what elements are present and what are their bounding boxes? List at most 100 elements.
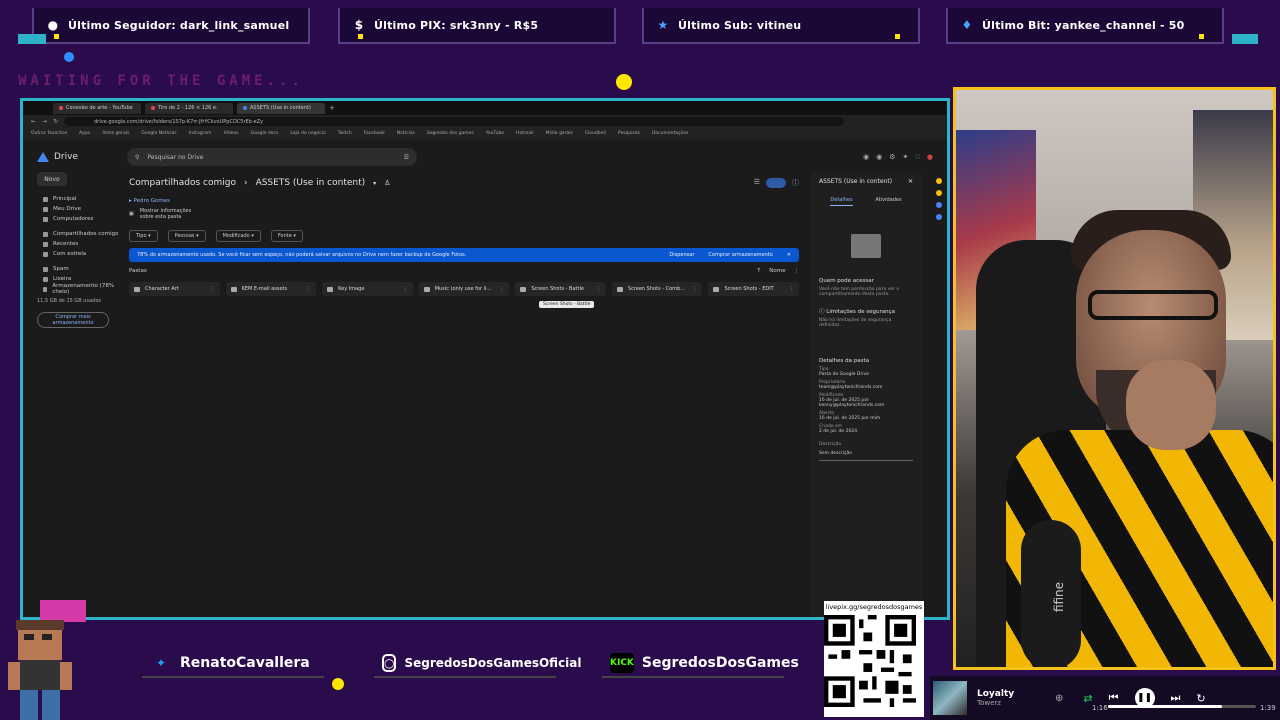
list-view-icon[interactable]: ☰ <box>754 178 760 188</box>
reload-icon[interactable]: ↻ <box>53 118 58 125</box>
sort-field[interactable]: Nome <box>769 268 785 274</box>
breadcrumb-current[interactable]: ASSETS (Use in content) <box>256 178 366 188</box>
sidebar-item-home[interactable]: Principal <box>37 194 123 204</box>
more-icon[interactable]: ⋮ <box>306 286 311 292</box>
bookmark-item[interactable]: Segredos dos games <box>427 131 474 136</box>
progress-bar[interactable] <box>1108 705 1256 708</box>
bookmark-item[interactable]: Documentações <box>652 131 688 136</box>
folder-item[interactable]: Character Art ⋮ <box>129 282 220 296</box>
bookmark-item[interactable]: Instagram <box>189 131 212 136</box>
drive-logo[interactable]: Drive <box>37 152 117 162</box>
sidebar-item-my-drive[interactable]: Meu Drive <box>37 204 123 214</box>
sort-arrow-icon[interactable]: ↑ <box>757 268 762 274</box>
sidebar-item-computers[interactable]: Computadores <box>37 214 123 224</box>
grid-view-toggle[interactable] <box>766 178 786 188</box>
bookmark-item[interactable]: Twitch <box>338 131 352 136</box>
elapsed-time: 1:16 <box>1092 704 1108 712</box>
breadcrumb-root[interactable]: Compartilhados comigo <box>129 178 236 188</box>
details-title: ASSETS (Use in content) <box>819 178 893 185</box>
banner-dismiss-button[interactable]: Dispensar <box>669 252 694 258</box>
forward-icon[interactable]: → <box>42 118 47 125</box>
folder-item[interactable]: Screen Shots - EDIT ⋮ <box>708 282 800 296</box>
browser-tab-active[interactable]: ASSETS (Use in content) <box>237 102 325 114</box>
apps-grid-icon[interactable]: ∷ <box>915 153 919 161</box>
folder-item[interactable]: Screen Shots - Comb... ⋮ <box>611 282 703 296</box>
status-icon[interactable]: ◉ <box>876 153 882 161</box>
calendar-icon[interactable] <box>936 178 942 184</box>
more-icon[interactable]: ⋮ <box>403 286 408 292</box>
close-icon[interactable]: ✕ <box>787 252 791 258</box>
folder-info-card[interactable]: ▣ Mostrar informações sobre esta pasta <box>129 208 799 220</box>
sidebar-item-storage[interactable]: Armazenamento (78% cheio) <box>37 283 123 295</box>
bookmark-item[interactable]: Mídia gerais <box>546 131 573 136</box>
repeat-icon[interactable]: ↻ <box>1196 692 1205 705</box>
tasks-icon[interactable] <box>936 202 942 208</box>
gemini-icon[interactable]: ✦ <box>903 153 909 161</box>
more-icon[interactable]: ⋮ <box>210 286 215 292</box>
bookmark-item[interactable]: Hotmail <box>516 131 534 136</box>
owner-value: team@playtonicfriends.com <box>819 385 883 390</box>
bookmark-item[interactable]: Vídeos <box>224 131 239 136</box>
sidebar-item-recent[interactable]: Recentes <box>37 239 123 249</box>
folder-item[interactable]: Key Image ⋮ <box>322 282 413 296</box>
bookmark-item[interactable]: Loja do negócio <box>290 131 325 136</box>
chevron-right-icon: › <box>243 178 248 188</box>
drive-search[interactable]: ⚲ Pesquisar no Drive ☰ <box>127 148 417 166</box>
folder-item[interactable]: Screen Shots - Battle ⋮ <box>515 282 606 296</box>
tab-activity[interactable]: Atividades <box>875 197 901 206</box>
filter-type[interactable]: Tipo ▾ <box>129 230 158 242</box>
bookmark-item[interactable]: Facebook <box>364 131 385 136</box>
buy-storage-button[interactable]: Comprar mais armazenamento <box>37 312 109 328</box>
settings-icon[interactable]: ⚙ <box>889 153 895 161</box>
search-input[interactable]: Pesquisar no Drive <box>147 154 203 161</box>
address-bar[interactable]: drive.google.com/drive/folders/1S7p-K7rr… <box>64 117 845 126</box>
folder-tooltip: Screen Shots - Battle <box>539 301 595 308</box>
tab-details[interactable]: Detalhes <box>830 197 853 206</box>
filter-source[interactable]: Fonte ▾ <box>270 230 303 242</box>
sidebar-item-shared[interactable]: Compartilhados comigo <box>37 229 123 239</box>
browser-tab-strip: Conexão de arte - YouTube Tiro de 2 - 12… <box>23 101 947 115</box>
filter-people[interactable]: Pessoas ▾ <box>167 230 206 242</box>
chevron-down-icon[interactable]: ▾ <box>373 180 376 187</box>
bookmark-item[interactable]: YouTube <box>486 131 504 136</box>
add-icon[interactable]: ⊕ <box>1055 693 1063 704</box>
sidebar-item-starred[interactable]: Com estrela <box>37 249 123 259</box>
avatar[interactable]: ● <box>927 153 933 161</box>
keep-icon[interactable] <box>936 190 942 196</box>
last-follower-alert: ● Último Seguidor: dark_link_samuel <box>32 8 310 44</box>
banner-buy-button[interactable]: Comprar armazenamento <box>708 252 772 258</box>
bookmark-item[interactable]: Google Notícias <box>141 131 176 136</box>
bookmark-item[interactable]: Artes gerais <box>102 131 129 136</box>
more-icon[interactable]: ⋮ <box>692 286 697 292</box>
more-icon[interactable]: ⋮ <box>789 286 794 292</box>
bookmark-item[interactable]: Pesquisas <box>618 131 640 136</box>
bookmark-item[interactable]: Google docs <box>251 131 279 136</box>
sidebar-item-spam[interactable]: Spam <box>37 264 123 274</box>
more-icon[interactable]: ⋮ <box>794 268 800 274</box>
banner-text: 78% do armazenamento usado. Se você fica… <box>137 252 467 258</box>
contacts-icon[interactable] <box>936 214 942 220</box>
new-button[interactable]: Novo <box>37 172 67 186</box>
description-input[interactable]: Sem descrição <box>819 451 913 461</box>
previous-icon[interactable]: ⏮ <box>1109 691 1119 705</box>
folder-item[interactable]: Music (only use for li... ⋮ <box>418 282 510 296</box>
next-icon[interactable]: ⏭ <box>1171 691 1181 705</box>
more-icon[interactable]: ⋮ <box>596 286 601 292</box>
close-icon[interactable]: ✕ <box>908 178 913 185</box>
bookmark-item[interactable]: Apps <box>79 131 90 136</box>
info-icon[interactable]: ⓘ <box>792 178 799 188</box>
folder-item[interactable]: KEM E-mail assets ⋮ <box>225 282 317 296</box>
bookmark-item[interactable]: Outros favoritos <box>31 131 67 136</box>
browser-tab[interactable]: Tiro de 2 - 126 × 126 e. <box>145 102 233 114</box>
bookmark-item[interactable]: Cloudbell <box>585 131 606 136</box>
new-tab-icon[interactable]: + <box>329 104 335 112</box>
back-icon[interactable]: ← <box>31 118 36 125</box>
bookmark-item[interactable]: Notícias <box>397 131 415 136</box>
browser-tab[interactable]: Conexão de arte - YouTube <box>53 102 141 114</box>
pixel-dot <box>616 74 632 90</box>
more-icon[interactable]: ⋮ <box>499 286 504 292</box>
filter-modified[interactable]: Modificado ▾ <box>215 230 261 242</box>
filter-icon[interactable]: ☰ <box>404 154 409 161</box>
shuffle-icon[interactable]: ⇄ <box>1083 692 1092 705</box>
help-icon[interactable]: ◉ <box>863 153 869 161</box>
